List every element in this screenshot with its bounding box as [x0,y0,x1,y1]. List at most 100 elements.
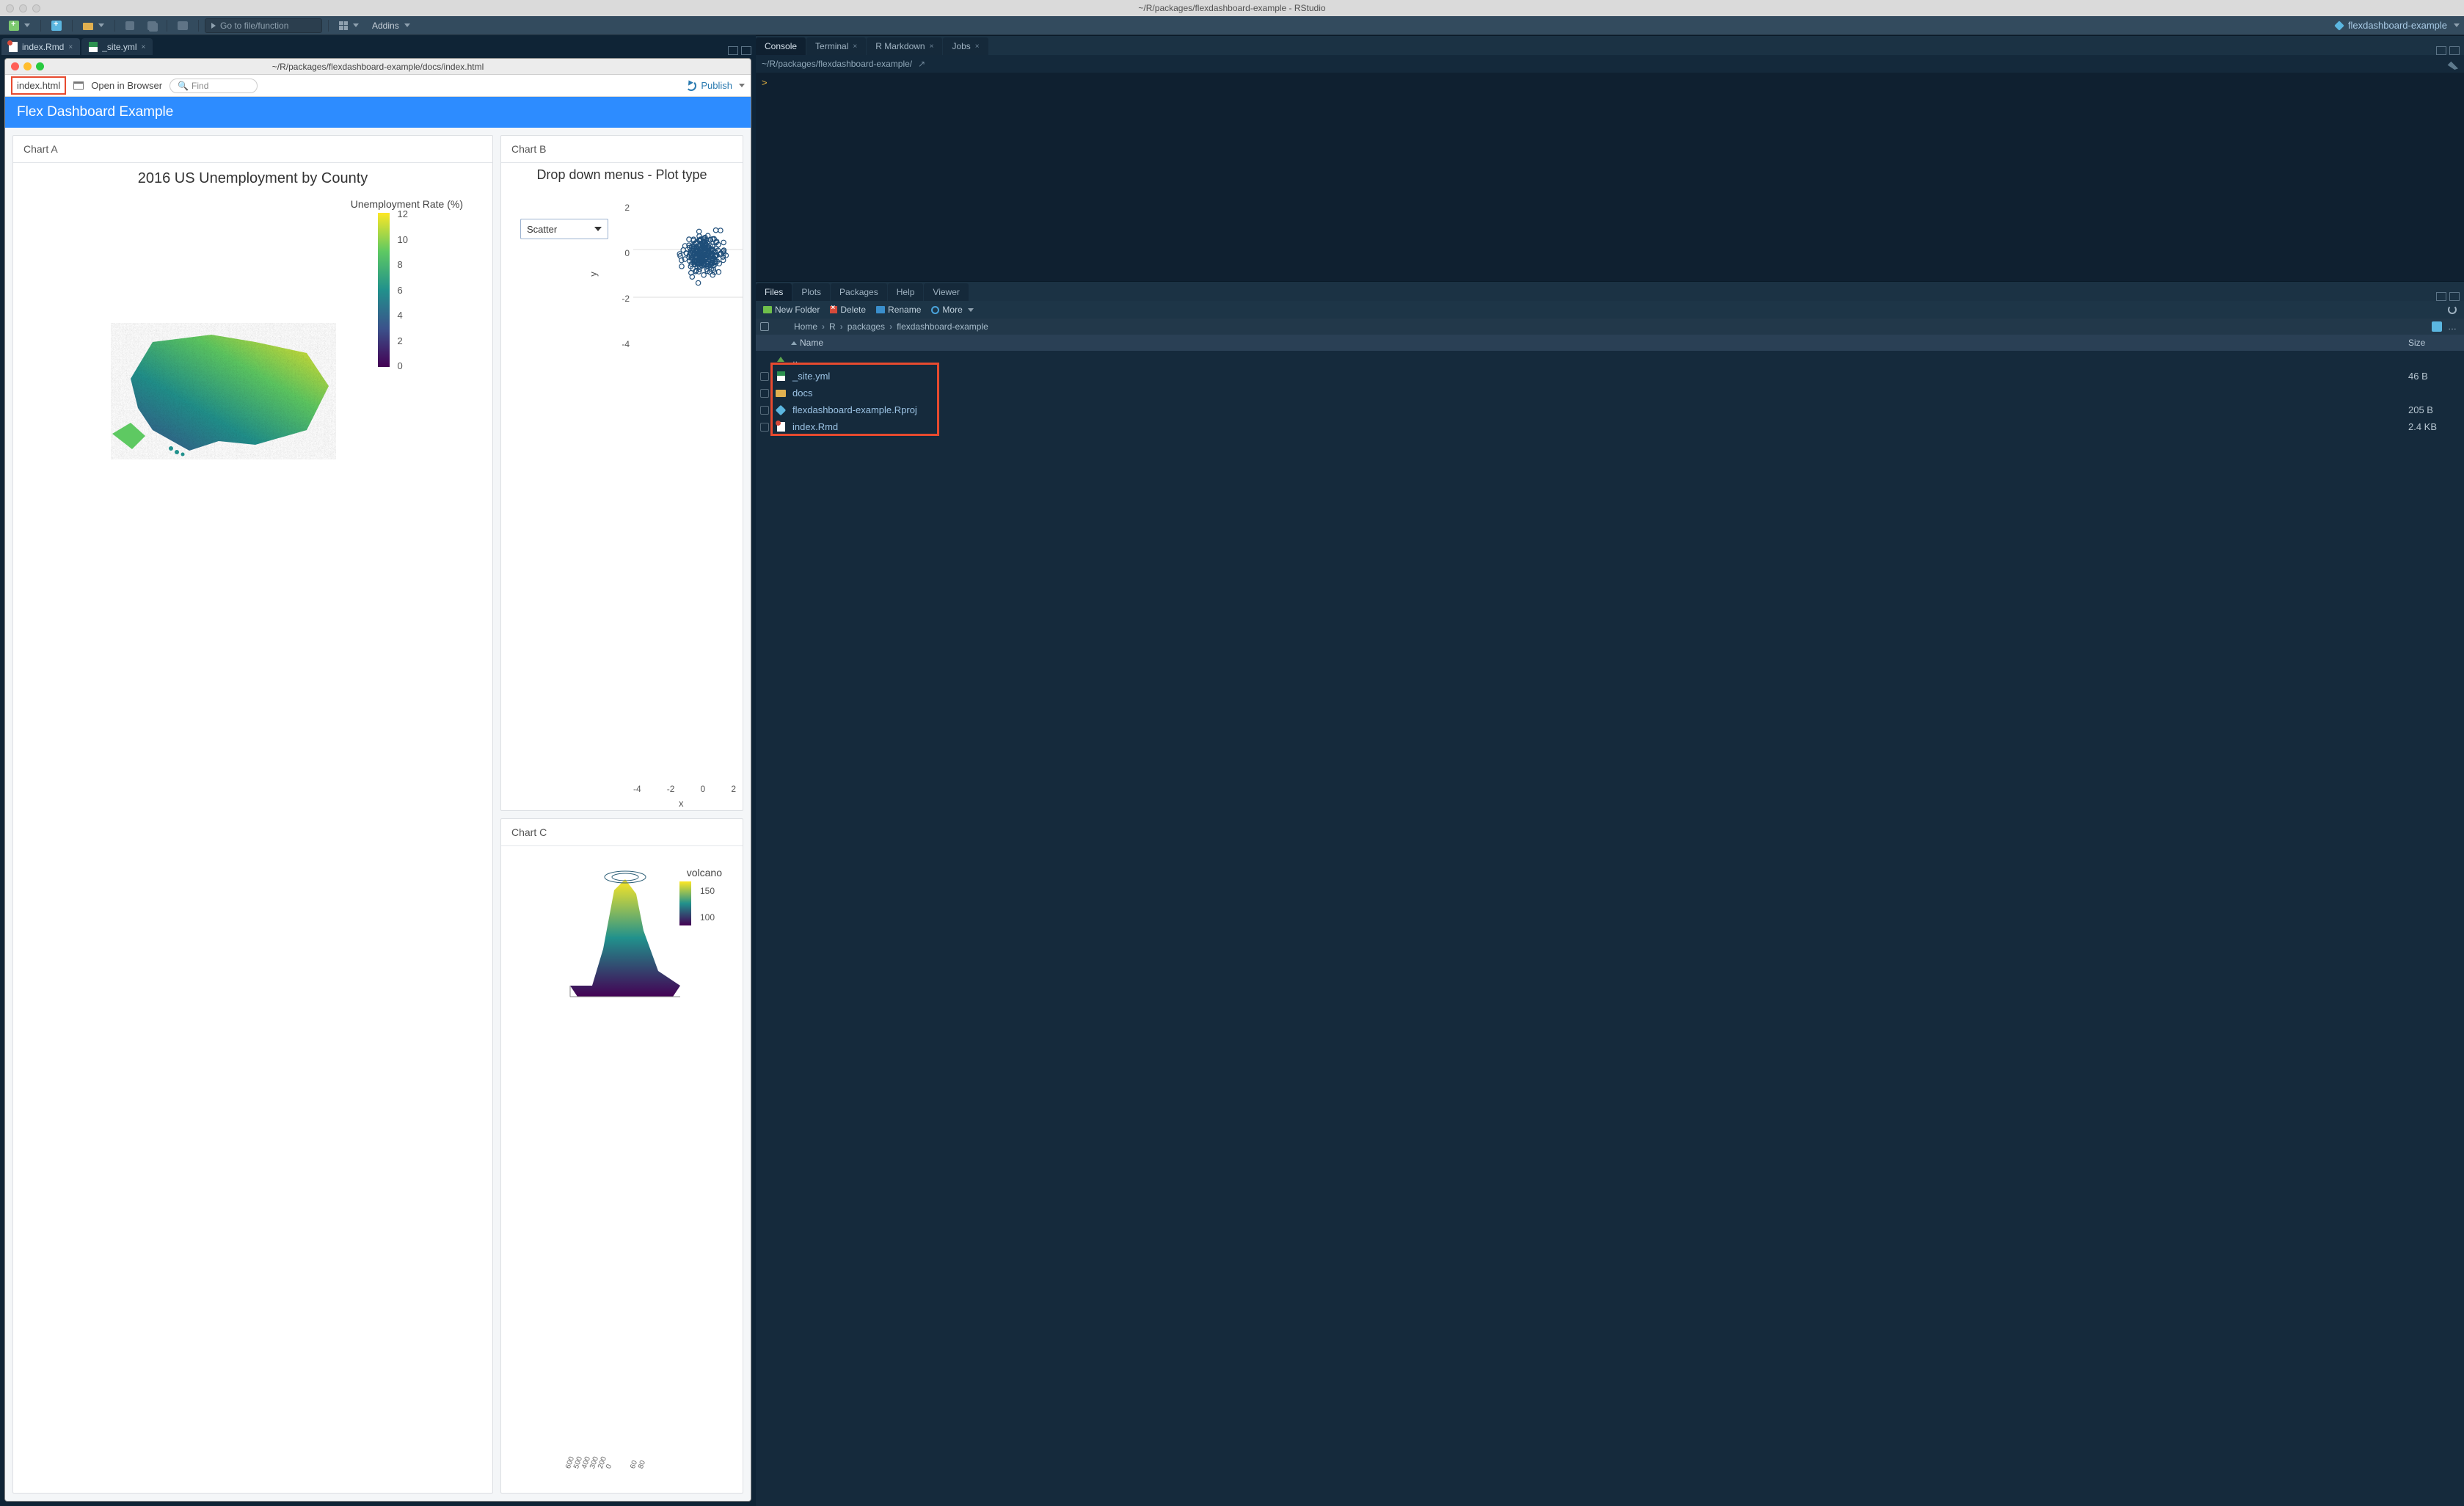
plus-icon [9,21,19,31]
project-switcher[interactable]: flexdashboard-example [2335,20,2460,31]
open-file-button[interactable] [79,21,109,31]
files-tabs: Files Plots Packages Help Viewer [756,282,2464,301]
minimize-icon[interactable] [19,4,27,12]
tick: 6 [398,285,408,296]
close-icon[interactable] [6,4,14,12]
find-input[interactable]: 🔍 Find [170,79,258,93]
close-icon[interactable]: × [68,43,73,51]
clear-console-icon[interactable] [2446,58,2458,70]
crumb[interactable]: packages [848,321,885,332]
maximize-pane-icon[interactable] [2449,292,2460,301]
chevron-down-icon [594,227,602,231]
tab-plots[interactable]: Plots [792,283,830,301]
save-button[interactable] [121,20,139,32]
plot-type-select[interactable]: Scatter [520,219,608,239]
maximize-pane-icon[interactable] [741,46,751,55]
maximize-pane-icon[interactable] [2449,46,2460,55]
file-row[interactable]: flexdashboard-example.Rproj 205 B [756,401,2464,418]
new-file-button[interactable] [4,19,34,32]
new-project-button[interactable] [47,19,66,32]
tab-viewer[interactable]: Viewer [924,283,968,301]
tab-label: R Markdown [875,41,925,51]
close-icon[interactable]: × [142,43,146,51]
files-pane: Files Plots Packages Help Viewer New Fol… [756,281,2464,1506]
addins-label: Addins [372,21,399,31]
crumb[interactable]: Home [794,321,817,332]
panes-button[interactable] [335,20,363,32]
close-icon[interactable]: × [930,43,934,51]
checkbox[interactable] [760,423,769,432]
editor-tab-index-rmd[interactable]: index.Rmd × [1,38,80,55]
plus-folder-icon [763,306,772,313]
select-all-checkbox[interactable] [760,322,769,331]
publish-icon [686,81,696,91]
editor-tab-site-yml[interactable]: _site.yml × [81,38,153,55]
publish-button[interactable]: Publish [686,80,745,91]
more-button[interactable]: More [927,303,977,316]
tab-jobs[interactable]: Jobs× [943,37,988,55]
crumb[interactable]: flexdashboard-example [897,321,988,332]
tab-packages[interactable]: Packages [831,283,887,301]
publish-label: Publish [701,80,732,91]
tab-files[interactable]: Files [756,283,792,301]
minimize-pane-icon[interactable] [2436,292,2446,301]
us-choropleth-map[interactable] [109,313,336,459]
dashboard-title: Flex Dashboard Example [5,97,751,128]
viewer-window: ~/R/packages/flexdashboard-example/docs/… [4,58,751,1502]
popout-icon[interactable]: ↗ [918,59,925,69]
checkbox[interactable] [760,406,769,415]
refresh-button[interactable] [2443,304,2461,316]
close-icon[interactable]: × [975,43,980,51]
sort-asc-icon[interactable] [791,341,797,345]
col-name[interactable]: Name [800,338,823,348]
save-all-button[interactable] [143,20,161,32]
delete-button[interactable]: Delete [825,303,870,316]
viewer-titlebar: ~/R/packages/flexdashboard-example/docs/… [5,59,751,75]
new-folder-button[interactable]: New Folder [759,303,824,316]
zoom-icon[interactable] [32,4,40,12]
tick: 2 [615,203,630,213]
print-button[interactable] [173,20,192,32]
crumb[interactable]: R [829,321,836,332]
tab-terminal[interactable]: Terminal× [806,37,866,55]
open-in-browser-button[interactable]: Open in Browser [91,80,162,91]
addins-button[interactable]: Addins [368,19,415,32]
project-icon [2334,21,2344,31]
file-name: flexdashboard-example.Rproj [792,404,2402,415]
file-row-up[interactable]: .. [756,351,2464,368]
x-ticks: -4 -2 0 2 [633,784,736,794]
tab-help[interactable]: Help [888,283,924,301]
scatter-plot[interactable] [633,198,743,352]
save-icon [125,21,134,30]
rename-button[interactable]: Rename [872,303,925,316]
tab-label: Files [765,287,783,297]
tick: 0 [615,248,630,258]
minimize-pane-icon[interactable] [2436,46,2446,55]
file-name: _site.yml [792,371,2402,382]
tick: 2 [731,784,736,794]
goto-file-input[interactable]: Go to file/function [205,18,322,33]
file-row[interactable]: _site.yml 46 B [756,368,2464,385]
col-size[interactable]: Size [2408,338,2460,348]
file-row[interactable]: docs [756,385,2464,401]
more-icon[interactable]: … [2445,321,2460,332]
chevron-down-icon [968,308,974,312]
minimize-pane-icon[interactable] [728,46,738,55]
minimize-icon[interactable] [23,62,32,70]
close-icon[interactable] [11,62,19,70]
rename-icon [876,306,885,313]
file-name: index.Rmd [792,421,2402,432]
checkbox[interactable] [760,372,769,381]
volcano-surface[interactable] [563,861,688,1008]
file-row[interactable]: index.Rmd 2.4 KB [756,418,2464,435]
close-icon[interactable]: × [853,43,857,51]
files-breadcrumb: Home R packages flexdashboard-example … [756,319,2464,335]
pane-controls [728,46,751,55]
chart-c-header: Chart C [501,819,743,846]
zoom-icon[interactable] [36,62,44,70]
console-body[interactable]: > [756,73,2464,281]
tab-console[interactable]: Console [756,37,806,55]
checkbox[interactable] [760,389,769,398]
viewer-file-label: index.html [11,76,66,95]
tab-rmarkdown[interactable]: R Markdown × [867,37,942,55]
